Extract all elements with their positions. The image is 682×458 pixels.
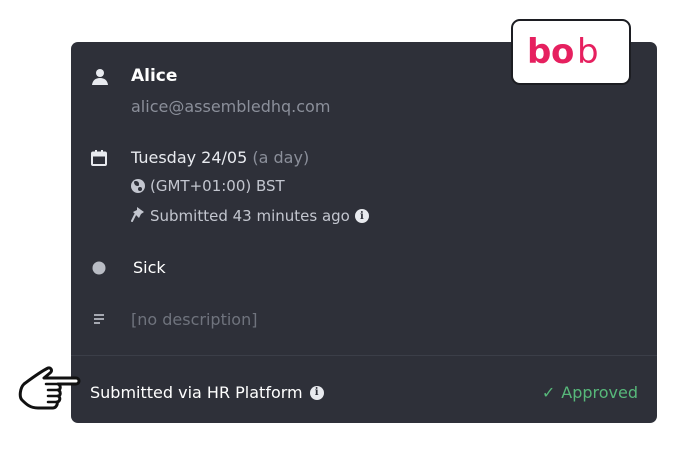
user-icon <box>90 67 110 87</box>
svg-text:b: b <box>577 32 599 72</box>
timeoff-type: Sick <box>133 258 166 277</box>
description-icon <box>89 310 109 330</box>
source-label: Submitted via HR Platform <box>90 383 303 402</box>
status-badge: ✓ Approved <box>542 383 638 402</box>
user-email: alice@assembledhq.com <box>131 97 331 116</box>
submitted-time: Submitted 43 minutes ago <box>150 207 350 225</box>
timeoff-card: Alice alice@assembledhq.com Tuesday 24/0… <box>71 42 657 423</box>
timeoff-date: Tuesday 24/05 <box>131 148 248 167</box>
calendar-icon <box>89 148 109 168</box>
info-icon[interactable]: i <box>309 385 324 400</box>
user-name: Alice <box>131 66 178 86</box>
timeoff-description: [no description] <box>131 310 258 329</box>
submission-source: Submitted via HR Platform i <box>90 383 324 402</box>
pin-icon <box>131 206 145 226</box>
bob-logo-mark: b o b <box>527 32 599 72</box>
globe-icon <box>131 179 145 193</box>
bob-logo: b o b <box>511 19 631 85</box>
status-label: Approved <box>561 383 638 402</box>
timeoff-date-line: Tuesday 24/05 (a day) <box>131 148 309 167</box>
svg-text:o: o <box>551 32 574 72</box>
info-icon[interactable]: i <box>354 209 369 223</box>
submitted-line: Submitted 43 minutes ago i <box>131 206 369 226</box>
status-dot-icon <box>89 258 109 278</box>
check-icon: ✓ <box>541 383 556 402</box>
pointing-hand-icon <box>18 362 82 424</box>
timezone-label: (GMT+01:00) BST <box>150 177 285 195</box>
timezone-line: (GMT+01:00) BST <box>131 177 285 195</box>
timeoff-duration: (a day) <box>252 148 310 167</box>
svg-text:b: b <box>527 32 551 72</box>
divider <box>71 355 657 356</box>
